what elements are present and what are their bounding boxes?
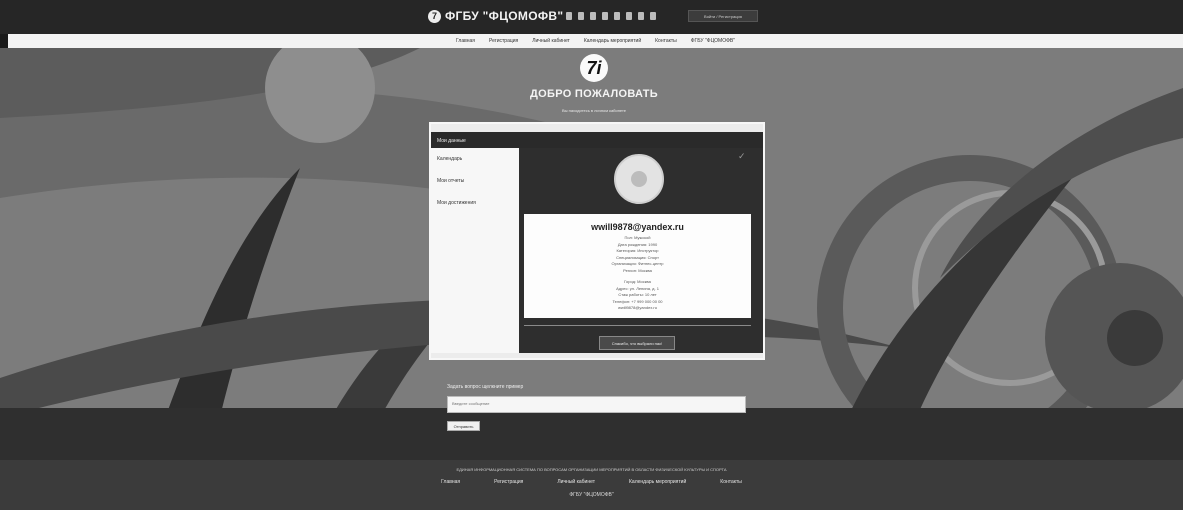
profile-info: wwill9878@yandex.ru Пол: Мужской Дата ро… bbox=[524, 214, 751, 318]
vk-icon[interactable] bbox=[566, 12, 572, 20]
site-logo: 7i bbox=[580, 54, 608, 82]
account-side-menu: Календарь Мои отчеты Мои достижения bbox=[431, 148, 519, 353]
nav-account[interactable]: Личный кабинет bbox=[532, 38, 570, 44]
menu-item-calendar[interactable]: Календарь bbox=[431, 148, 519, 170]
profile-email: wwill9878@yandex.ru bbox=[591, 222, 684, 232]
nav-calendar[interactable]: Календарь мероприятий bbox=[584, 38, 641, 44]
brand-logo-icon: 7 bbox=[428, 9, 441, 23]
login-button[interactable]: Войти / Регистрация bbox=[688, 10, 758, 22]
thanks-button[interactable]: Спасибо, что выбрали нас! bbox=[599, 336, 675, 350]
card-header: Мои данные bbox=[431, 132, 763, 148]
user-icon bbox=[631, 171, 647, 187]
check-icon: ✓ bbox=[738, 151, 746, 161]
divider bbox=[524, 325, 751, 326]
footer-nav: Главная Регистрация Личный кабинет Кален… bbox=[0, 479, 1183, 485]
nav-home[interactable]: Главная bbox=[456, 38, 475, 44]
nav-organization[interactable]: ФГБУ "ФЦОМОФВ" bbox=[691, 38, 735, 44]
telegram-icon[interactable] bbox=[626, 12, 632, 20]
twitter-icon[interactable] bbox=[590, 12, 596, 20]
message-input[interactable] bbox=[447, 396, 746, 413]
footer: ЕДИНАЯ ИНФОРМАЦИОННАЯ СИСТЕМА ПО ВОПРОСА… bbox=[0, 460, 1183, 510]
instagram-icon[interactable] bbox=[602, 12, 608, 20]
footer-link-registration[interactable]: Регистрация bbox=[494, 479, 523, 485]
menu-item-achievements[interactable]: Мои достижения bbox=[431, 192, 519, 214]
avatar bbox=[614, 154, 664, 204]
footer-link-contacts[interactable]: Контакты bbox=[720, 479, 742, 485]
footer-tagline: ЕДИНАЯ ИНФОРМАЦИОННАЯ СИСТЕМА ПО ВОПРОСА… bbox=[456, 467, 727, 472]
menu-item-reports[interactable]: Мои отчеты bbox=[431, 170, 519, 192]
social-icons bbox=[566, 12, 656, 20]
footer-link-calendar[interactable]: Календарь мероприятий bbox=[629, 479, 686, 485]
youtube-icon[interactable] bbox=[638, 12, 644, 20]
footer-brand: ФГБУ "ФЦОМОФВ" bbox=[569, 492, 614, 498]
send-button[interactable]: Отправить bbox=[447, 421, 480, 431]
profile-panel: ✓ wwill9878@yandex.ru Пол: Мужской Дата … bbox=[519, 148, 763, 353]
odnoklassniki-icon[interactable] bbox=[614, 12, 620, 20]
welcome-title: ДОБРО ПОЖАЛОВАТЬ bbox=[530, 88, 658, 100]
account-card: Мои данные Календарь Мои отчеты Мои дост… bbox=[429, 122, 765, 360]
brand-name: ФГБУ "ФЦОМОФВ" bbox=[445, 9, 564, 23]
brand[interactable]: 7 ФГБУ "ФЦОМОФВ" bbox=[428, 9, 563, 23]
main-nav: Главная Регистрация Личный кабинет Кален… bbox=[8, 34, 1183, 48]
top-bar: 7 ФГБУ "ФЦОМОФВ" Войти / Регистрация bbox=[0, 0, 1183, 34]
info-line: wwill9878@yandex.ru bbox=[618, 305, 657, 310]
question-label: Задать вопрос щелкните пример bbox=[447, 384, 524, 390]
footer-link-account[interactable]: Личный кабинет bbox=[557, 479, 595, 485]
nav-contacts[interactable]: Контакты bbox=[655, 38, 677, 44]
nav-registration[interactable]: Регистрация bbox=[489, 38, 518, 44]
footer-link-home[interactable]: Главная bbox=[441, 479, 460, 485]
facebook-icon[interactable] bbox=[578, 12, 584, 20]
mail-icon[interactable] bbox=[650, 12, 656, 20]
welcome-subtitle: Вы находитесь в личном кабинете bbox=[561, 108, 627, 113]
